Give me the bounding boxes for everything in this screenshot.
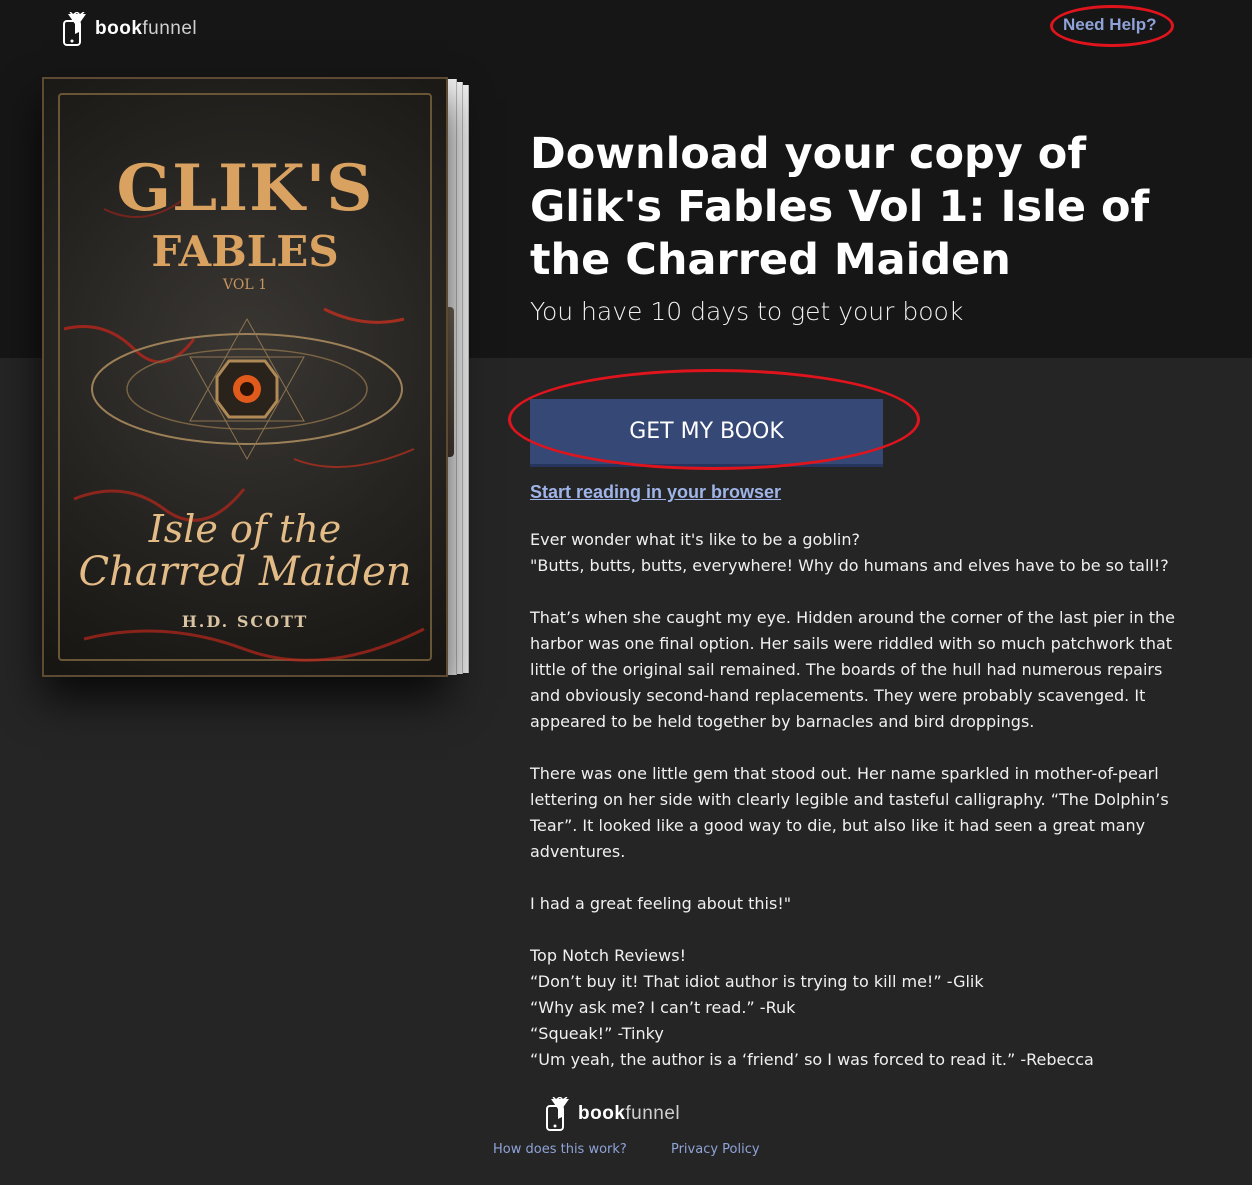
funnel-phone-icon [63,12,86,46]
desc-p1-line1: Ever wonder what it's like to be a gobli… [530,530,860,549]
footer-links: How does this work? Privacy Policy [493,1142,760,1157]
logo-text-bold: book [578,1103,626,1124]
logo-text-bold: book [95,18,143,39]
desc-paragraph: I had a great feeling about this!" [530,894,792,913]
page-subtitle: You have 10 days to get your book [530,297,964,326]
cover-title-line2: FABLES [151,227,339,276]
reviews-heading: Top Notch Reviews! [530,946,686,965]
cover-emblem [91,317,403,461]
desc-p1-line2: "Butts, butts, butts, everywhere! Why do… [530,556,1169,575]
bookfunnel-logo[interactable]: bookfunnel [60,12,197,46]
book-cover-image: GLIK'S FABLES VOL 1 Isle of the Charred … [42,77,469,677]
get-my-book-button[interactable]: GET MY BOOK [530,399,883,467]
review-line: “Um yeah, the author is a ‘friend’ so I … [530,1050,1094,1069]
cover-title-line1: GLIK'S [116,151,374,226]
cover-subtitle-line2: Charred Maiden [78,549,412,595]
desc-paragraph: There was one little gem that stood out.… [530,764,1169,861]
desc-paragraph: That’s when she caught my eye. Hidden ar… [530,608,1175,731]
bookfunnel-footer-logo[interactable]: bookfunnel [543,1097,680,1131]
need-help-link[interactable]: Need Help? [1063,15,1157,35]
read-in-browser-link[interactable]: Start reading in your browser [530,482,781,503]
cover-author: H.D. SCOTT [181,612,309,631]
cover-subtitle-line1: Isle of the [148,507,342,551]
cover-volume: VOL 1 [223,277,267,293]
logo-text-light: funnel [142,18,198,39]
review-line: “Squeak!” -Tinky [530,1024,664,1043]
how-does-this-work-link[interactable]: How does this work? [493,1142,627,1157]
privacy-policy-link[interactable]: Privacy Policy [671,1142,760,1157]
review-line: “Don’t buy it! That idiot author is tryi… [530,972,984,991]
book-cover: GLIK'S FABLES VOL 1 Isle of the Charred … [42,77,448,677]
review-line: “Why ask me? I can’t read.” -Ruk [530,998,796,1017]
logo-text-light: funnel [625,1103,681,1124]
page-title: Download your copy of Glik's Fables Vol … [530,129,1150,285]
book-description: Ever wonder what it's like to be a gobli… [530,527,1190,1073]
funnel-phone-icon [546,1097,569,1131]
